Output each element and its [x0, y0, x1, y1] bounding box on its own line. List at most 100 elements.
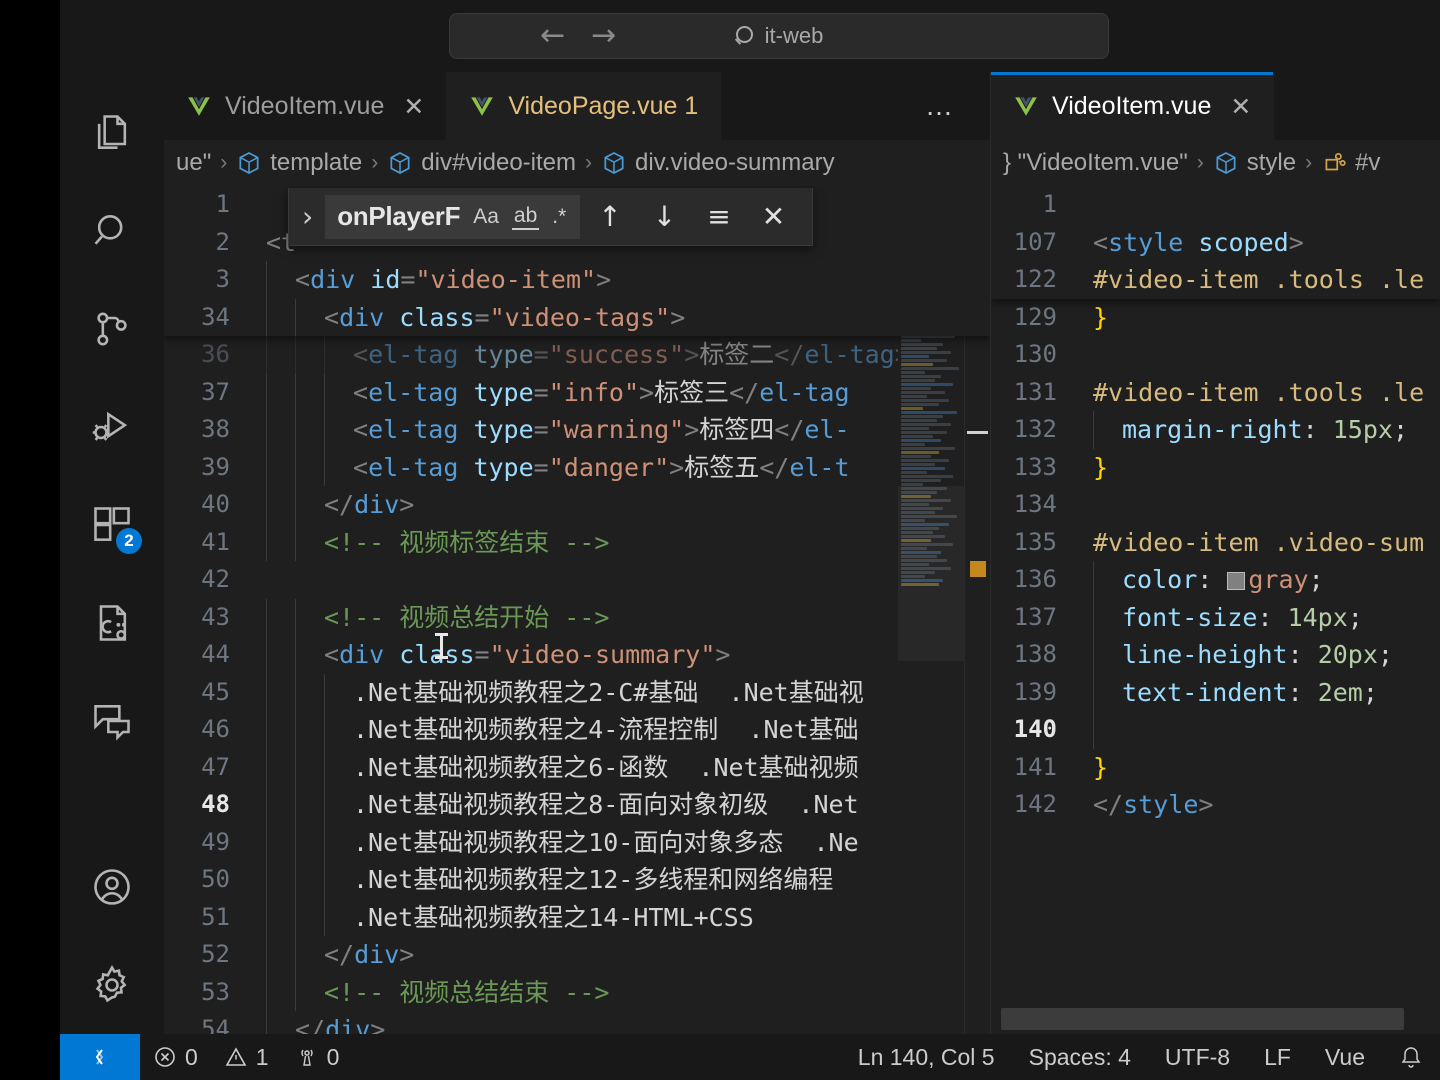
breadcrumb-style[interactable]: style — [1213, 149, 1296, 177]
language-mode[interactable]: Vue — [1308, 1034, 1382, 1080]
problems-errors[interactable]: 0 — [140, 1034, 211, 1080]
code-line[interactable]: 131 #video-item .tools .le — [991, 374, 1440, 412]
code-line[interactable]: 44 <div class="video-summary"> — [164, 636, 990, 674]
code-line[interactable]: 135 #video-item .video-sum — [991, 524, 1440, 562]
manage-settings-button[interactable] — [60, 936, 164, 1034]
whole-word-icon[interactable]: ab — [511, 204, 540, 230]
code-line[interactable]: 133} — [991, 449, 1440, 487]
tab-videoitem-vue[interactable]: VideoItem.vue ✕ — [164, 72, 448, 140]
code-line[interactable]: 141} — [991, 749, 1440, 787]
code-line[interactable]: 53 <!-- 视频总结结束 --> — [164, 973, 990, 1011]
code-line[interactable]: 122 #video-item .tools .le — [991, 261, 1440, 299]
code-line[interactable]: 139 text-indent: 2em; — [991, 673, 1440, 711]
code-line[interactable]: 137 font-size: 14px; — [991, 598, 1440, 636]
breadcrumb-div-video-summary[interactable]: div.video-summary — [601, 149, 835, 177]
minimap-line — [901, 431, 947, 434]
code-line[interactable]: 46 .Net基础视频教程之4-流程控制 .Net基础 — [164, 711, 990, 749]
code-line[interactable]: 130 — [991, 336, 1440, 374]
token-punct: > — [399, 490, 415, 519]
sidebar-item-chat[interactable] — [60, 672, 164, 770]
problems-warnings[interactable]: 1 — [211, 1034, 282, 1080]
vue-icon — [188, 97, 210, 116]
more-actions-icon[interactable]: … — [891, 72, 990, 140]
encoding-setting[interactable]: UTF-8 — [1148, 1034, 1247, 1080]
find-input[interactable]: onPlayerF Aa ab .* — [325, 194, 581, 239]
code-line[interactable]: 134 — [991, 486, 1440, 524]
code-line[interactable]: 3 <div id="video-item"> — [164, 261, 990, 299]
cursor-position[interactable]: Ln 140, Col 5 — [841, 1034, 1012, 1080]
forwarded-ports[interactable]: 0 — [282, 1034, 353, 1080]
sidebar-item-cpp-config[interactable] — [60, 574, 164, 672]
regex-icon[interactable]: .* — [550, 205, 568, 229]
code-line[interactable]: 52 </div> — [164, 936, 990, 974]
indent-guide — [266, 636, 267, 674]
find-close-icon[interactable]: ✕ — [749, 200, 798, 233]
code-line[interactable]: 34 <div class="video-tags"> — [164, 298, 990, 336]
sidebar-item-explorer[interactable] — [60, 84, 164, 182]
code-line[interactable]: 129} — [991, 299, 1440, 337]
sidebar-item-source-control[interactable] — [60, 280, 164, 378]
minimap-line — [901, 351, 951, 354]
code-line[interactable]: 40 </div> — [164, 486, 990, 524]
sidebar-item-search[interactable] — [60, 182, 164, 280]
code-line[interactable]: 45 .Net基础视频教程之2-C#基础 .Net基础视 — [164, 673, 990, 711]
eol-setting[interactable]: LF — [1247, 1034, 1308, 1080]
close-icon[interactable]: ✕ — [1230, 92, 1251, 121]
code-line[interactable]: 51 .Net基础视频教程之14-HTML+CSS — [164, 898, 990, 936]
find-widget[interactable]: › onPlayerF Aa ab .* ↑ ↓ ≡ ✕ — [288, 188, 814, 246]
code-line[interactable]: 136 color: gray; — [991, 561, 1440, 599]
code-line[interactable]: 38 <el-tag type="warning">标签四</el- — [164, 411, 990, 449]
code-line[interactable]: 50 .Net基础视频教程之12-多线程和网络编程 — [164, 861, 990, 899]
find-previous-icon[interactable]: ↑ — [585, 200, 634, 233]
tab-videoitem-vue-right[interactable]: VideoItem.vue ✕ — [991, 72, 1275, 140]
match-case-icon[interactable]: Aa — [471, 205, 501, 229]
forward-icon[interactable]: → — [591, 21, 616, 51]
code-line[interactable]: 42 — [164, 561, 990, 599]
code-line[interactable]: 140 — [991, 711, 1440, 749]
line-number: 2 — [215, 227, 230, 256]
minimap-slider[interactable] — [898, 486, 964, 661]
code-line[interactable]: 47 .Net基础视频教程之6-函数 .Net基础视频 — [164, 748, 990, 786]
chevron-right-icon[interactable]: › — [295, 200, 320, 233]
line-number: 52 — [201, 940, 230, 968]
code-line[interactable]: 138 line-height: 20px; — [991, 636, 1440, 674]
editor-left[interactable]: 36<el-tag type="success">标签二</el-tag>37<… — [164, 186, 990, 1034]
indentation-setting[interactable]: Spaces: 4 — [1012, 1034, 1148, 1080]
sidebar-item-run-and-debug[interactable] — [60, 378, 164, 476]
code-line[interactable]: 1 — [991, 186, 1440, 224]
breadcrumb-file[interactable]: ue" — [176, 149, 211, 177]
editor-right[interactable]: 129} 130 131 #video-item .tools .le 132 margi… — [991, 186, 1440, 1034]
code-line[interactable]: 49 .Net基础视频教程之10-面向对象多态 .Ne — [164, 823, 990, 861]
breadcrumb-div-video-item[interactable]: div#video-item — [387, 149, 576, 177]
line-content: .Net基础视频教程之12-多线程和网络编程 — [252, 861, 990, 899]
remote-indicator[interactable] — [60, 1034, 140, 1080]
code-line[interactable]: 39 <el-tag type="danger">标签五</el-t — [164, 448, 990, 486]
code-line[interactable]: 132 margin-right: 15px; — [991, 411, 1440, 449]
back-icon[interactable]: ← — [540, 21, 565, 51]
find-in-selection-icon[interactable]: ≡ — [694, 200, 743, 233]
code-line[interactable]: 107 <style scoped> — [991, 223, 1440, 261]
breadcrumb-css-rule[interactable]: #v — [1321, 149, 1380, 177]
overview-cursor-marker — [967, 431, 988, 434]
find-next-icon[interactable]: ↓ — [640, 200, 689, 233]
code-line[interactable]: 36<el-tag type="success">标签二</el-tag> — [164, 336, 990, 374]
code-text: <el-tag type="warning">标签四</el- — [266, 415, 850, 444]
token-comment: <!-- 视频总结开始 --> — [324, 602, 610, 632]
breadcrumb-template[interactable]: template — [236, 149, 362, 177]
code-line[interactable]: 48 .Net基础视频教程之8-面向对象初级 .Net — [164, 786, 990, 824]
close-icon[interactable]: ✕ — [403, 92, 424, 121]
sidebar-item-extensions[interactable]: 2 — [60, 476, 164, 574]
notifications-bell-icon[interactable] — [1382, 1034, 1440, 1080]
breadcrumb-file[interactable]: } "VideoItem.vue" — [1003, 149, 1188, 177]
tab-videopage-vue[interactable]: VideoPage.vue 1 — [447, 72, 722, 140]
sticky-scroll-right[interactable]: 1 107 <style scoped> 122 #video-item .tools … — [991, 186, 1440, 299]
code-line[interactable]: 43 <!-- 视频总结开始 --> — [164, 598, 990, 636]
accounts-button[interactable] — [60, 838, 164, 936]
indent-guide — [295, 673, 296, 711]
status-bar-right: Ln 140, Col 5 Spaces: 4 UTF-8 LF Vue — [841, 1034, 1440, 1080]
code-line[interactable]: 41 <!-- 视频标签结束 --> — [164, 523, 990, 561]
code-line[interactable]: 142 </style> — [991, 786, 1440, 824]
code-line[interactable]: 54 </div> — [164, 1011, 990, 1034]
code-line[interactable]: 37 <el-tag type="info">标签三</el-tag — [164, 373, 990, 411]
horizontal-scrollbar-right[interactable] — [1001, 1008, 1404, 1030]
